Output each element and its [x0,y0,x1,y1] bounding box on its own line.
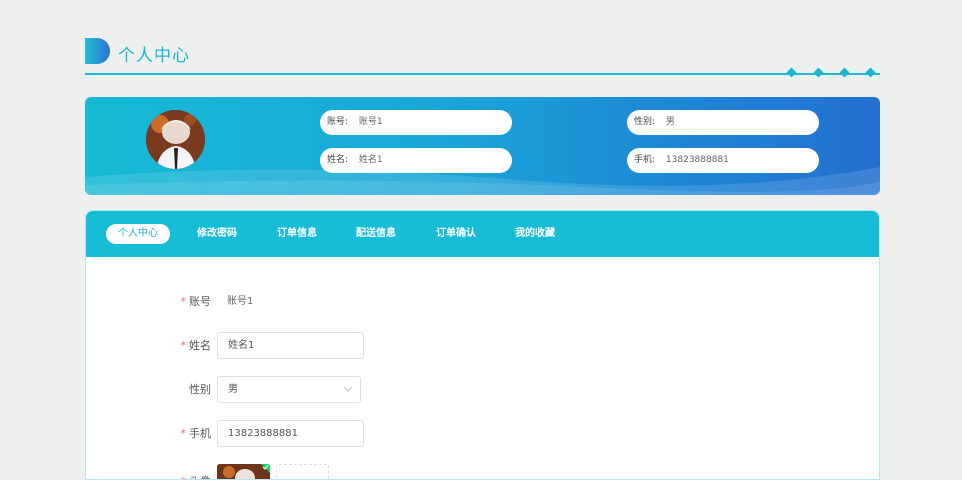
diamond-icon [786,67,797,78]
page-header: 个人中心 [85,36,880,78]
title-divider [85,73,880,75]
avatar-upload-button[interactable] [276,464,329,479]
gender-pill: 性别: 男 [627,110,819,135]
account-pill-value: 账号1 [358,117,383,127]
name-pill-value: 姓名1 [358,155,383,165]
phone-pill-value: 13823888881 [665,155,729,165]
gender-select[interactable]: 男 [217,376,361,403]
diamond-icon [813,67,824,78]
page-title: 个人中心 [118,46,190,66]
phone-pill-label: 手机: [634,155,656,165]
name-pill-label: 姓名: [327,155,349,165]
account-value: 账号1 [227,296,254,307]
tab-profile[interactable]: 个人中心 [106,224,170,244]
name-label: * 姓名 [180,339,212,352]
name-pill: 姓名: 姓名1 [320,148,512,173]
avatar-thumbnail[interactable] [217,464,270,479]
tab-bar: 个人中心 修改密码 订单信息 配送信息 订单确认 我的收藏 [86,211,879,257]
chevron-down-icon [343,386,353,392]
account-row: * 账号 账号1 [86,288,879,316]
phone-pill: 手机: 13823888881 [627,148,819,173]
avatar-row: *头像 [86,464,879,479]
avatar [146,110,205,169]
content-card: 个人中心 修改密码 订单信息 配送信息 订单确认 我的收藏 * 账号 账号1 * 姓… [85,210,880,480]
account-label: * 账号 [180,295,212,308]
phone-input[interactable]: 13823888881 [217,420,364,447]
name-input[interactable]: 姓名1 [217,332,364,359]
name-row: * 姓名 姓名1 [86,332,879,360]
phone-label: * 手机 [180,427,212,440]
tab-change-password[interactable]: 修改密码 [197,224,237,244]
gender-pill-label: 性别: [634,117,656,127]
account-pill: 账号: 账号1 [320,110,512,135]
gender-row: 性别 男 [86,376,879,404]
diamond-icon [865,67,876,78]
tab-order-info[interactable]: 订单信息 [277,224,317,244]
avatar-label: *头像 [181,468,212,479]
phone-row: * 手机 13823888881 [86,420,879,448]
tab-delivery-info[interactable]: 配送信息 [356,224,396,244]
tab-favorites[interactable]: 我的收藏 [515,224,555,244]
profile-banner: 账号: 账号1 姓名: 姓名1 性别: 男 手机: 13823888881 [85,97,880,195]
gender-select-value: 男 [228,384,238,395]
gender-label: 性别 [189,383,211,396]
logo-mark-icon [85,38,110,64]
gender-pill-value: 男 [665,117,675,127]
diamond-icon [839,67,850,78]
tab-order-confirm[interactable]: 订单确认 [436,224,476,244]
check-icon [262,464,269,470]
account-pill-label: 账号: [327,117,349,127]
